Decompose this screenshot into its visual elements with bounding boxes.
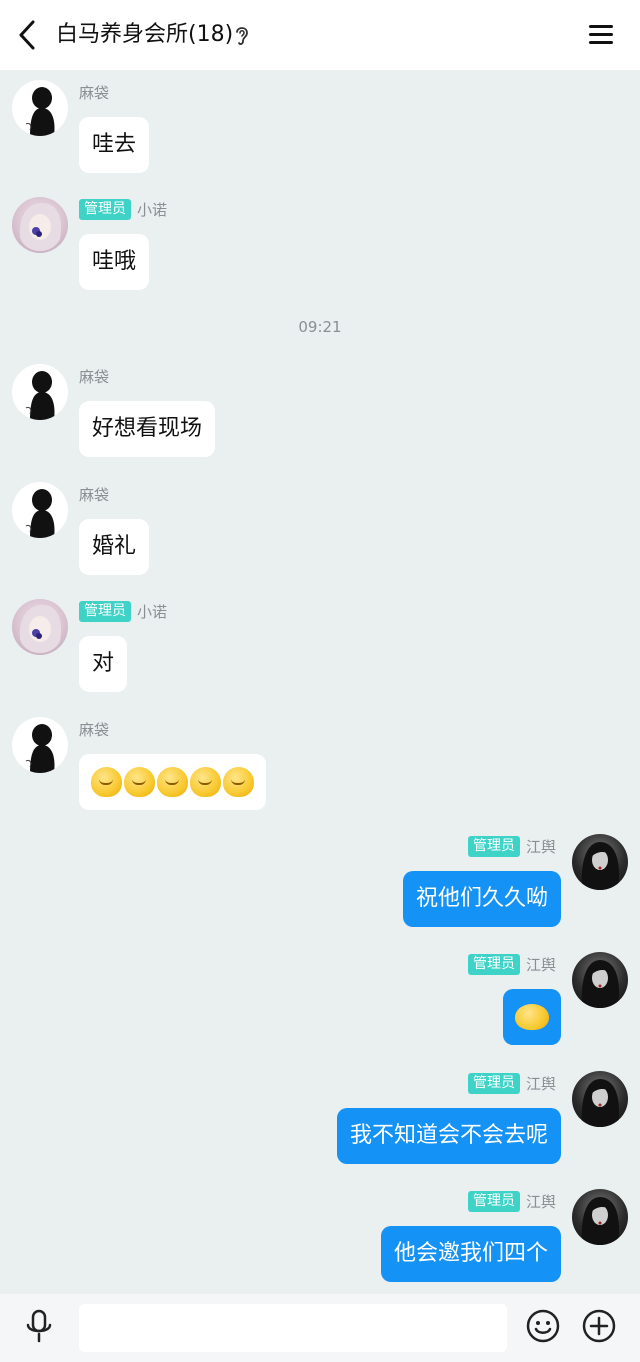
sender-nickname[interactable]: 江舆 [526, 954, 556, 975]
message-input[interactable] [79, 1304, 507, 1352]
message-text: 哇哦 [92, 249, 137, 274]
sender-nickname[interactable]: 小诺 [137, 199, 167, 220]
duck-emoji-icon [124, 767, 155, 797]
ear-icon[interactable] [234, 24, 250, 46]
message-text: 哇去 [92, 132, 137, 157]
avatar[interactable] [12, 717, 68, 773]
message-text: 好想看现场 [92, 416, 203, 441]
sender-nickname[interactable]: 江舆 [526, 1191, 556, 1212]
avatar[interactable] [572, 1071, 628, 1127]
avatar[interactable] [12, 197, 68, 253]
avatar[interactable] [12, 482, 68, 538]
bottom-input-bar [0, 1294, 640, 1362]
avatar[interactable] [572, 834, 628, 890]
top-bar: 白马养身会所(18) [0, 0, 640, 70]
message-text: 婚礼 [92, 534, 137, 559]
avatar[interactable] [12, 599, 68, 655]
avatar[interactable] [12, 80, 68, 136]
duck-emoji-icon [157, 767, 188, 797]
sender-name-row: 麻袋 [79, 81, 109, 103]
admin-badge: 管理员 [79, 600, 131, 622]
microphone-icon[interactable] [24, 1308, 54, 1346]
menu-icon[interactable] [586, 22, 616, 48]
message-bubble[interactable]: 祝他们久久呦 [402, 871, 561, 927]
sticker-emoji-icon [515, 1004, 549, 1030]
sender-name-row: 管理员 江舆 [467, 1072, 556, 1094]
message-timestamp: 09:21 [298, 318, 342, 336]
avatar[interactable] [572, 952, 628, 1008]
sender-nickname[interactable]: 麻袋 [79, 484, 109, 505]
message-text: 对 [92, 651, 115, 676]
duck-emoji-icon [190, 767, 221, 797]
message-bubble[interactable]: 他会邀我们四个 [380, 1226, 561, 1282]
admin-badge: 管理员 [467, 1190, 520, 1212]
message-bubble[interactable]: 好想看现场 [79, 401, 216, 457]
smiley-icon[interactable] [525, 1308, 561, 1344]
sender-name-row: 管理员 江舆 [467, 953, 556, 975]
plus-circle-icon[interactable] [581, 1308, 617, 1344]
sender-name-row: 麻袋 [79, 365, 109, 387]
sender-name-row: 麻袋 [79, 718, 109, 740]
message-text: 他会邀我们四个 [393, 1241, 548, 1266]
avatar[interactable] [12, 364, 68, 420]
message-bubble[interactable]: 哇哦 [79, 234, 150, 290]
sender-nickname[interactable]: 小诺 [137, 601, 167, 622]
sender-name-row: 管理员 江舆 [467, 1190, 556, 1212]
message-bubble[interactable]: 婚礼 [79, 519, 150, 575]
admin-badge: 管理员 [79, 198, 131, 220]
duck-emoji-icon [91, 767, 122, 797]
message-bubble[interactable] [79, 754, 266, 810]
duck-emoji-icon [223, 767, 254, 797]
admin-badge: 管理员 [467, 953, 520, 975]
avatar[interactable] [572, 1189, 628, 1245]
message-bubble[interactable]: 我不知道会不会去呢 [336, 1108, 561, 1164]
sender-nickname[interactable]: 江舆 [526, 1073, 556, 1094]
emoji-row [91, 754, 254, 810]
sender-name-row: 麻袋 [79, 483, 109, 505]
sender-nickname[interactable]: 麻袋 [79, 82, 109, 103]
sender-nickname[interactable]: 江舆 [526, 836, 556, 857]
back-arrow-icon[interactable] [14, 18, 44, 52]
message-bubble[interactable]: 哇去 [79, 117, 150, 173]
message-bubble[interactable]: 对 [79, 636, 128, 692]
message-text: 我不知道会不会去呢 [349, 1123, 548, 1148]
sender-name-row: 管理员 江舆 [467, 835, 556, 857]
sender-nickname[interactable]: 麻袋 [79, 719, 109, 740]
admin-badge: 管理员 [467, 1072, 520, 1094]
sender-name-row: 管理员 小诺 [79, 600, 167, 622]
message-text: 祝他们久久呦 [415, 886, 548, 911]
sender-name-row: 管理员 小诺 [79, 198, 167, 220]
admin-badge: 管理员 [467, 835, 520, 857]
message-bubble[interactable] [503, 989, 561, 1045]
sender-nickname[interactable]: 麻袋 [79, 366, 109, 387]
group-title[interactable]: 白马养身会所(18) [56, 20, 233, 50]
